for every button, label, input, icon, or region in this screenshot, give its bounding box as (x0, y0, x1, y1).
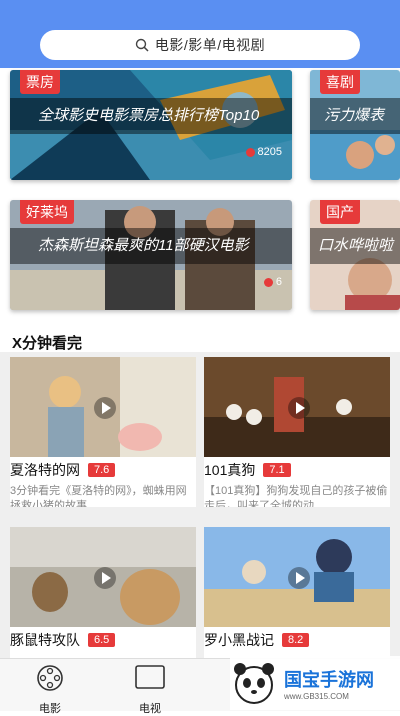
banner-box-office[interactable]: 票房 全球影史电影票房总排行榜Top10 8205 (10, 70, 292, 180)
tab-movie[interactable]: 电影 (20, 663, 80, 716)
panda-icon (234, 663, 274, 704)
play-icon[interactable] (94, 567, 116, 589)
search-icon (135, 38, 149, 52)
banner-title: 杰森斯坦森最爽的11部硬汉电影 (10, 228, 292, 264)
score-badge: 7.6 (88, 463, 116, 477)
search-bar[interactable]: 电影/影单/电视剧 (40, 30, 360, 60)
score-badge: 8.2 (282, 633, 310, 647)
video-title-row: 101真狗 7.1 (204, 460, 291, 480)
video-title-row: 夏洛特的网 7.6 (10, 460, 116, 480)
video-title: 夏洛特的网 (10, 462, 80, 478)
category-tag: 喜剧 (320, 70, 360, 94)
section-title: X分钟看完 (12, 335, 83, 352)
video-description: 3分钟看完《夏洛特的网》，蜘蛛用网拯救小猪的故事 (10, 485, 187, 507)
eye-icon (263, 277, 273, 287)
watermark-url: www.GB315.COM (284, 691, 349, 701)
film-reel-icon (37, 665, 63, 691)
view-count: 6 (263, 276, 282, 288)
banner-comedy[interactable]: 喜剧 污力爆表 (310, 70, 400, 180)
video-card[interactable]: 101真狗 7.1 【101真狗】狗狗发现自己的孩子被偷走后，叫来了全城的动..… (204, 357, 390, 507)
banner-hollywood[interactable]: 好莱坞 杰森斯坦森最爽的11部硬汉电影 6 (10, 200, 292, 310)
app-header: 电影/影单/电视剧 (0, 0, 400, 68)
tab-tv[interactable]: 电视 (120, 663, 180, 716)
banner-domestic[interactable]: 国产 口水哗啦啦 (310, 200, 400, 310)
video-title-row: 豚鼠特攻队 6.5 (10, 630, 116, 650)
video-title: 罗小黑战记 (204, 632, 274, 648)
video-title: 豚鼠特攻队 (10, 632, 80, 648)
tab-label: 电视 (139, 703, 161, 715)
tab-label: 电影 (39, 703, 61, 715)
video-grid: 夏洛特的网 7.6 3分钟看完《夏洛特的网》，蜘蛛用网拯救小猪的故事 101真狗… (0, 352, 400, 658)
category-tag: 好莱坞 (20, 200, 74, 224)
video-card[interactable]: 夏洛特的网 7.6 3分钟看完《夏洛特的网》，蜘蛛用网拯救小猪的故事 (10, 357, 196, 507)
video-card[interactable]: 罗小黑战记 8.2 (204, 527, 390, 658)
video-title: 101真狗 (204, 462, 256, 478)
play-icon[interactable] (94, 397, 116, 419)
category-tag: 国产 (320, 200, 360, 224)
banner-title: 污力爆表 (310, 98, 400, 134)
watermark-logo: 国宝手游网 www.GB315.COM (230, 656, 400, 710)
search-placeholder: 电影/影单/电视剧 (154, 37, 266, 53)
score-badge: 6.5 (88, 633, 116, 647)
video-description: 【101真狗】狗狗发现自己的孩子被偷走后，叫来了全城的动... (204, 485, 388, 507)
video-title-row: 罗小黑战记 8.2 (204, 630, 310, 650)
watermark-text: 国宝手游网 (284, 669, 374, 690)
category-tag: 票房 (20, 70, 60, 94)
tv-icon (135, 665, 165, 689)
banner-title: 口水哗啦啦 (310, 228, 400, 264)
score-badge: 7.1 (263, 463, 291, 477)
eye-icon (245, 147, 255, 157)
banner-title: 全球影史电影票房总排行榜Top10 (10, 98, 292, 134)
play-icon[interactable] (288, 397, 310, 419)
play-icon[interactable] (288, 567, 310, 589)
view-count: 8205 (245, 146, 282, 158)
video-card[interactable]: 豚鼠特攻队 6.5 (10, 527, 196, 658)
